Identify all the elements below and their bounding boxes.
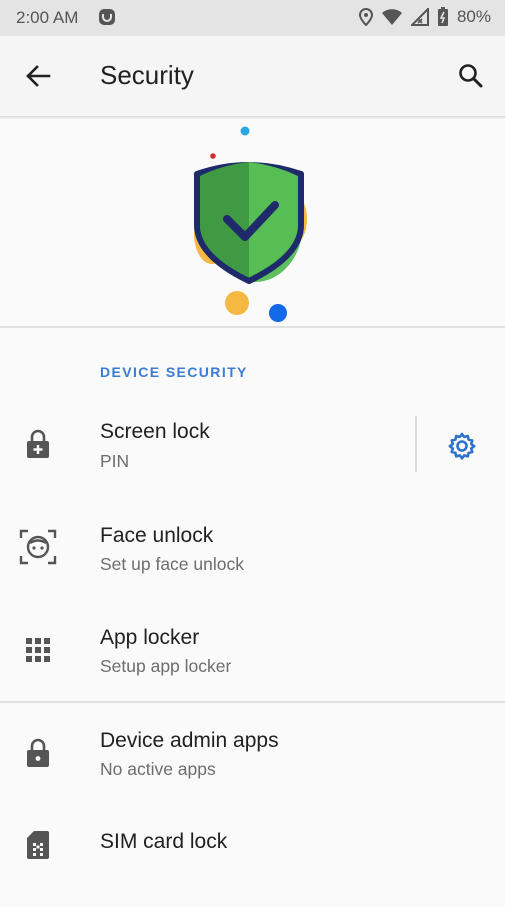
item-title: Screen lock [100,420,210,443]
sim-card-icon [18,825,58,865]
search-button[interactable] [451,56,491,96]
location-icon [358,8,373,26]
shield-check-illustration [194,126,307,322]
back-button[interactable] [18,58,58,94]
apps-grid-icon [18,630,58,670]
gear-icon [448,432,476,460]
item-subtitle: Setup app locker [100,656,232,676]
status-time: 2:00 AM [16,8,79,27]
arrow-back-icon [26,65,51,87]
list-item-sim-card-lock[interactable]: SIM card lock [0,805,505,905]
search-icon [459,64,483,88]
signal-icon [410,8,429,26]
item-title: SIM card lock [100,830,228,853]
lock-icon [18,733,58,773]
app-bar: Security [0,36,505,116]
page-title: Security [100,60,194,90]
lock-add-icon [18,424,58,464]
status-icons: 80% [358,7,491,27]
item-subtitle: PIN [100,451,130,471]
battery-icon [437,7,449,27]
list-item-app-locker[interactable]: App locker Setup app locker [0,600,505,700]
item-title: Face unlock [100,524,214,547]
screen-lock-settings-button[interactable] [440,424,484,468]
notification-icon [98,8,116,26]
item-subtitle: Set up face unlock [100,554,244,574]
status-bar: 2:00 AM 80% [0,0,505,36]
security-illustration [0,119,505,327]
wifi-icon [381,8,403,26]
vertical-divider [415,416,417,472]
battery-percent: 80% [456,7,491,26]
list-item-device-admin-apps[interactable]: Device admin apps No active apps [0,703,505,803]
item-title: App locker [100,626,200,649]
item-subtitle: No active apps [100,759,216,779]
hero-divider [0,326,505,328]
section-header-device-security: DEVICE SECURITY [100,364,248,380]
item-title: Device admin apps [100,729,279,752]
list-item-screen-lock[interactable]: Screen lock PIN [0,394,410,494]
face-scan-icon [18,527,58,567]
list-item-face-unlock[interactable]: Face unlock Set up face unlock [0,498,505,598]
